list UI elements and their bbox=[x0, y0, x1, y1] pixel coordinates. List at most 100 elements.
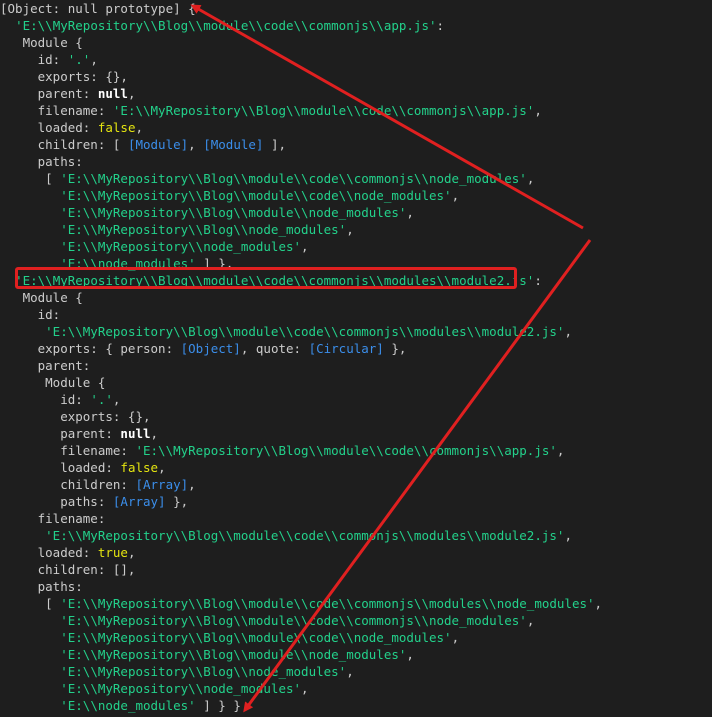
console-segment: , bbox=[188, 137, 204, 152]
console-segment: children: bbox=[0, 477, 136, 492]
console-line: children: [], bbox=[0, 561, 136, 578]
console-segment: 'E:\\MyRepository\\node_modules' bbox=[60, 681, 302, 696]
console-segment: , bbox=[594, 596, 603, 611]
console-segment bbox=[0, 205, 60, 220]
console-segment: , bbox=[158, 460, 166, 475]
console-line: paths: [Array] }, bbox=[0, 493, 188, 510]
console-segment: , bbox=[90, 52, 98, 67]
console-segment: [Array] bbox=[112, 494, 166, 509]
console-segment: paths: bbox=[0, 494, 113, 509]
console-line: children: [ [Module], [Module] ], bbox=[0, 136, 286, 153]
console-segment: [Module] bbox=[127, 137, 189, 152]
console-segment: ] } } bbox=[195, 698, 241, 713]
terminal-output: [Object: null prototype] { 'E:\\MyReposi… bbox=[0, 0, 712, 717]
console-segment: parent: bbox=[0, 426, 121, 441]
console-segment: exports: { person: bbox=[0, 341, 181, 356]
console-segment: [Module] bbox=[203, 137, 264, 152]
console-segment: 'E:\\MyRepository\\Blog\\module\\code\\n… bbox=[60, 630, 452, 645]
console-segment: , bbox=[346, 222, 354, 237]
console-segment bbox=[0, 324, 45, 339]
console-line: [ 'E:\\MyRepository\\Blog\\module\\code\… bbox=[0, 595, 602, 612]
console-line: exports: {}, bbox=[0, 68, 128, 85]
console-segment: 'E:\\MyRepository\\Blog\\module\\code\\c… bbox=[60, 596, 595, 611]
console-segment: 'E:\\MyRepository\\Blog\\module\\node_mo… bbox=[60, 647, 407, 662]
console-line: 'E:\\node_modules' ] }, bbox=[0, 255, 233, 272]
console-segment: [Circular] bbox=[308, 341, 384, 356]
console-segment: paths: bbox=[0, 154, 83, 169]
console-line: parent: null, bbox=[0, 85, 136, 102]
console-segment: 'E:\\MyRepository\\node_modules' bbox=[60, 239, 302, 254]
console-segment: 'E:\\MyRepository\\Blog\\module\\code\\c… bbox=[45, 528, 565, 543]
console-segment: , bbox=[406, 647, 414, 662]
console-line: 'E:\\node_modules' ] } } bbox=[0, 697, 241, 714]
console-segment: , bbox=[406, 205, 414, 220]
console-segment: false bbox=[97, 120, 136, 135]
console-segment: exports: {}, bbox=[0, 409, 151, 424]
console-segment: , quote: bbox=[240, 341, 309, 356]
console-segment bbox=[0, 18, 15, 33]
console-segment: Module { bbox=[0, 290, 83, 305]
console-segment: paths: bbox=[0, 579, 83, 594]
console-segment: }, bbox=[383, 341, 407, 356]
console-segment bbox=[0, 188, 60, 203]
console-segment: , bbox=[135, 120, 144, 135]
console-segment: parent: bbox=[0, 358, 91, 373]
console-line: exports: { person: [Object], quote: [Cir… bbox=[0, 340, 407, 357]
console-segment: [ bbox=[0, 171, 61, 186]
console-segment: , bbox=[556, 443, 565, 458]
console-segment bbox=[0, 528, 45, 543]
console-line: id: '.', bbox=[0, 391, 120, 408]
console-line: [Object: null prototype] { bbox=[0, 0, 196, 17]
console-segment bbox=[0, 698, 60, 713]
console-line: 'E:\\MyRepository\\Blog\\module\\code\\c… bbox=[0, 272, 542, 289]
console-segment: true bbox=[97, 545, 128, 560]
console-segment bbox=[0, 630, 60, 645]
console-line: 'E:\\MyRepository\\Blog\\module\\node_mo… bbox=[0, 646, 414, 663]
console-segment bbox=[0, 256, 60, 271]
console-line: 'E:\\MyRepository\\node_modules', bbox=[0, 238, 309, 255]
console-segment: '.' bbox=[90, 392, 113, 407]
console-line: 'E:\\MyRepository\\Blog\\module\\code\\n… bbox=[0, 187, 459, 204]
console-line: loaded: false, bbox=[0, 119, 143, 136]
console-segment: [Object: null prototype] { bbox=[0, 1, 196, 16]
console-segment: , bbox=[188, 477, 196, 492]
console-line: parent: null, bbox=[0, 425, 158, 442]
console-line: 'E:\\MyRepository\\Blog\\module\\code\\c… bbox=[0, 323, 572, 340]
console-segment: , bbox=[301, 681, 309, 696]
console-line: Module { bbox=[0, 289, 83, 306]
console-segment: ], bbox=[263, 137, 287, 152]
console-line: 'E:\\MyRepository\\Blog\\node_modules', bbox=[0, 221, 354, 238]
console-segment: , bbox=[534, 103, 542, 118]
console-segment: exports: {}, bbox=[0, 69, 128, 84]
console-segment: loaded: bbox=[0, 460, 121, 475]
console-segment: children: [ bbox=[0, 137, 128, 152]
console-line: filename: bbox=[0, 510, 106, 527]
console-segment: filename: bbox=[0, 103, 113, 118]
console-segment bbox=[0, 647, 60, 662]
console-line: 'E:\\MyRepository\\Blog\\module\\code\\c… bbox=[0, 527, 572, 544]
console-line: 'E:\\MyRepository\\Blog\\module\\node_mo… bbox=[0, 204, 414, 221]
console-segment: [Object] bbox=[180, 341, 241, 356]
console-segment: ] }, bbox=[195, 256, 234, 271]
console-line: children: [Array], bbox=[0, 476, 196, 493]
console-segment: loaded: bbox=[0, 120, 98, 135]
console-segment: filename: bbox=[0, 443, 136, 458]
console-segment: , bbox=[451, 188, 460, 203]
console-segment: parent: bbox=[0, 86, 98, 101]
console-segment: , bbox=[564, 528, 572, 543]
console-segment: false bbox=[120, 460, 159, 475]
console-line: 'E:\\MyRepository\\Blog\\module\\code\\c… bbox=[0, 612, 534, 629]
console-segment: , bbox=[112, 392, 121, 407]
console-segment: , bbox=[301, 239, 309, 254]
console-segment: Module { bbox=[0, 375, 106, 390]
console-segment: , bbox=[127, 86, 136, 101]
console-line: loaded: false, bbox=[0, 459, 166, 476]
console-segment: }, bbox=[165, 494, 189, 509]
console-segment: 'E:\\MyRepository\\Blog\\module\\code\\c… bbox=[112, 103, 535, 118]
console-segment bbox=[0, 664, 60, 679]
console-segment: id: bbox=[0, 52, 68, 67]
console-line: 'E:\\MyRepository\\Blog\\module\\code\\n… bbox=[0, 629, 459, 646]
console-line: 'E:\\MyRepository\\Blog\\node_modules', bbox=[0, 663, 354, 680]
console-line: filename: 'E:\\MyRepository\\Blog\\modul… bbox=[0, 102, 542, 119]
console-segment: , bbox=[526, 613, 535, 628]
